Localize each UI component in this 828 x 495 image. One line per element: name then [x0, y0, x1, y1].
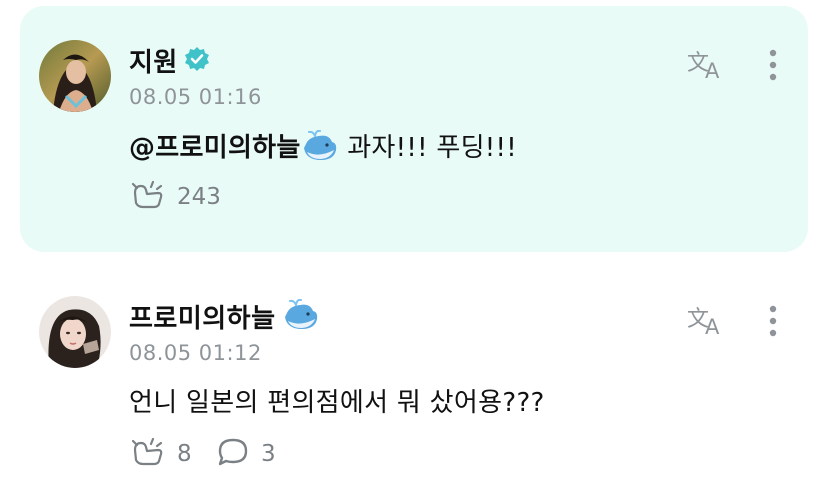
avatar[interactable]	[39, 296, 111, 368]
comment-1-text: 과자!!! 푸딩!!!	[338, 133, 517, 163]
comment-1-mention[interactable]: @프로미의하늘	[129, 133, 301, 163]
avatar-image	[39, 296, 111, 368]
like-icon	[131, 180, 165, 214]
translate-button[interactable]: 文 A	[686, 47, 726, 81]
comment-2-reply-count: 3	[261, 441, 276, 467]
avatar[interactable]	[39, 40, 111, 112]
translate-button[interactable]: 文 A	[686, 303, 726, 337]
comment-2-like-button[interactable]: 8	[131, 437, 192, 471]
comment-1-header: 지원	[129, 42, 210, 79]
like-icon	[131, 437, 165, 471]
comment-2-header: 프로미의하늘	[129, 298, 320, 335]
more-vertical-icon	[769, 49, 777, 81]
comment-2-text: 언니 일본의 편의점에서 뭐 샀어용???	[129, 388, 545, 418]
comment-1-timestamp: 08.05 01:16	[129, 85, 262, 109]
whale-emoji-icon	[282, 298, 320, 335]
svg-text:A: A	[705, 315, 720, 337]
more-options-button[interactable]	[760, 48, 786, 82]
verified-badge-icon	[184, 46, 210, 76]
translate-icon: 文 A	[687, 307, 720, 337]
comment-2-timestamp: 08.05 01:12	[129, 341, 262, 365]
comment-2-reply-button[interactable]: 3	[217, 437, 276, 471]
whale-emoji-icon	[301, 129, 339, 169]
comment-2-like-count: 8	[177, 441, 192, 467]
more-options-button[interactable]	[760, 304, 786, 338]
reply-icon	[217, 437, 249, 471]
more-vertical-icon	[769, 305, 777, 337]
comment-1-like-count: 243	[177, 184, 221, 210]
comment-1-author[interactable]: 지원	[129, 42, 178, 79]
svg-text:A: A	[705, 59, 720, 81]
comment-1-body: @프로미의하늘 과자!!! 푸딩!!!	[129, 127, 517, 169]
translate-icon: 文 A	[687, 51, 720, 81]
avatar-image	[39, 40, 111, 112]
comment-1-like-button[interactable]: 243	[131, 180, 221, 214]
comment-2-author[interactable]: 프로미의하늘	[129, 298, 276, 335]
